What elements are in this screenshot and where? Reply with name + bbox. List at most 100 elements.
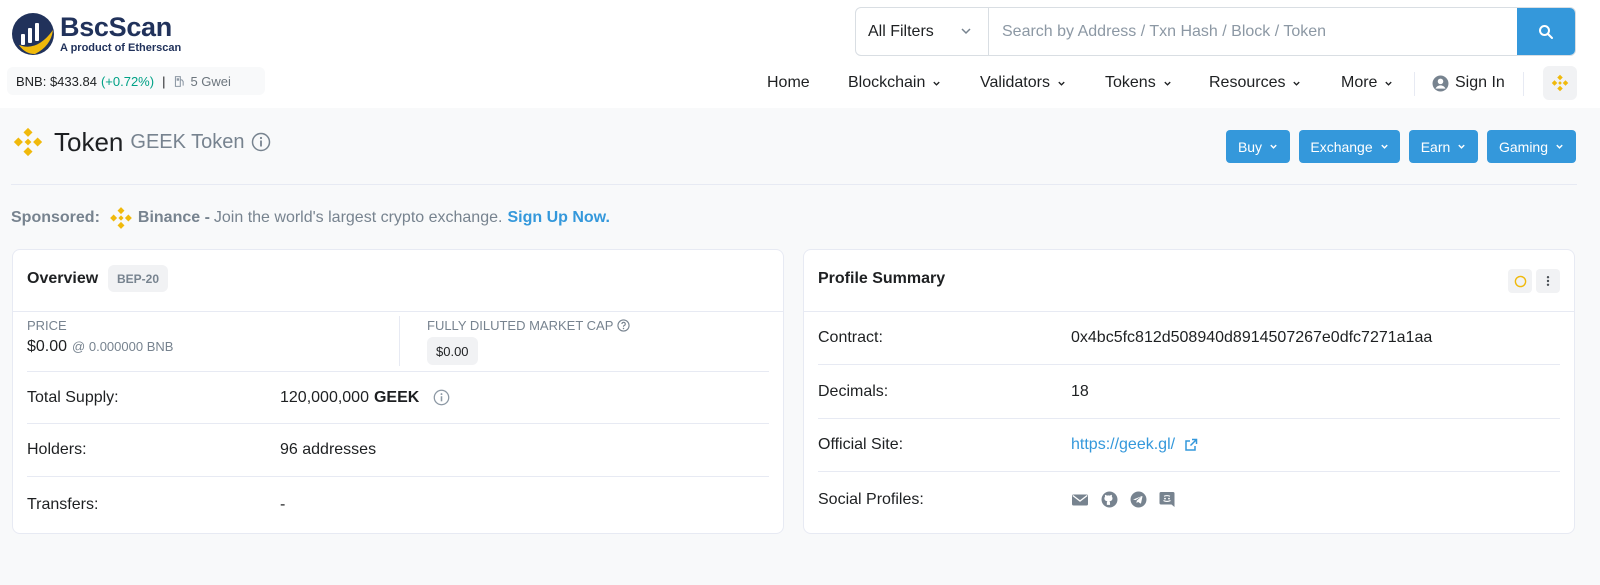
nav-tokens[interactable]: Tokens bbox=[1105, 68, 1172, 98]
sponsor-cta-link[interactable]: Sign Up Now. bbox=[507, 209, 610, 227]
email-icon[interactable] bbox=[1071, 493, 1089, 507]
nav-sign-in-label: Sign In bbox=[1455, 74, 1505, 91]
token-name: GEEK Token bbox=[130, 130, 245, 153]
sponsor-text: Join the world's largest crypto exchange… bbox=[213, 209, 503, 226]
price-in-bnb: @ 0.000000 BNB bbox=[72, 339, 174, 354]
exchange-button[interactable]: Exchange bbox=[1299, 130, 1400, 163]
market-cap-block: FULLY DILUTED MARKET CAP $0.00 bbox=[427, 318, 631, 365]
chevron-down-icon bbox=[1385, 81, 1393, 86]
telegram-icon[interactable] bbox=[1130, 491, 1147, 508]
chevron-down-icon bbox=[1556, 144, 1563, 149]
official-site-label: Official Site: bbox=[818, 436, 904, 453]
earn-button[interactable]: Earn bbox=[1409, 130, 1478, 163]
search-icon bbox=[1539, 24, 1553, 39]
external-link-icon[interactable] bbox=[1184, 438, 1198, 452]
gaming-button[interactable]: Gaming bbox=[1487, 130, 1576, 163]
market-cap-value: $0.00 bbox=[427, 337, 478, 365]
total-supply-row: Total Supply: 120,000,000 GEEK bbox=[27, 371, 769, 424]
decimals-value: 18 bbox=[1071, 383, 1089, 400]
sponsor-brand: Binance - bbox=[137, 209, 210, 226]
contract-label: Contract: bbox=[818, 329, 883, 346]
overview-card: Overview BEP-20 PRICE $0.00 @ 0.000000 B… bbox=[12, 249, 784, 534]
discord-icon[interactable] bbox=[1159, 491, 1175, 508]
transfers-row: Transfers: - bbox=[27, 478, 769, 531]
holders-value: 96 addresses bbox=[280, 441, 377, 458]
nav-tokens-label: Tokens bbox=[1105, 74, 1156, 91]
divider bbox=[11, 184, 1577, 185]
site-header: BscScan A product of Etherscan BNB: $433… bbox=[0, 0, 1600, 108]
decimals-label: Decimals: bbox=[818, 383, 889, 400]
decimals-row: Decimals: 18 bbox=[818, 366, 1560, 419]
search-input[interactable] bbox=[989, 8, 1517, 55]
chevron-down-icon bbox=[933, 81, 941, 86]
brand-tagline: A product of Etherscan bbox=[60, 42, 182, 54]
info-icon[interactable] bbox=[251, 132, 271, 152]
nav-validators-label: Validators bbox=[980, 74, 1050, 91]
contract-address-link[interactable]: 0x4bc5fc812d508940d8914507267e0dfc7271a1… bbox=[1071, 329, 1432, 347]
binance-logo-icon bbox=[110, 207, 132, 229]
search-filter-label: All Filters bbox=[868, 22, 934, 40]
price-label: PRICE bbox=[27, 318, 67, 333]
search-filter-dropdown[interactable]: All Filters bbox=[856, 8, 989, 55]
more-vertical-icon bbox=[1546, 276, 1550, 286]
page-title: Token GEEK Token bbox=[11, 124, 271, 160]
buy-button-label: Buy bbox=[1237, 138, 1263, 155]
search-bar: All Filters bbox=[855, 7, 1576, 56]
transfers-value: - bbox=[280, 495, 286, 513]
bnb-token-icon bbox=[13, 127, 43, 157]
bnb-logo-icon bbox=[1551, 74, 1569, 92]
info-icon[interactable] bbox=[433, 389, 450, 406]
chevron-down-icon bbox=[1293, 81, 1301, 86]
total-supply-unit: GEEK bbox=[373, 388, 420, 406]
sponsored-label: Sponsored: bbox=[11, 209, 100, 226]
reputation-button[interactable] bbox=[1508, 269, 1532, 293]
market-cap-label: FULLY DILUTED MARKET CAP bbox=[427, 318, 614, 333]
official-site-row: Official Site: https://geek.gl/ bbox=[818, 419, 1560, 472]
total-supply-value: 120,000,000 bbox=[280, 388, 369, 406]
nav-validators[interactable]: Validators bbox=[980, 68, 1066, 98]
nav-sign-in[interactable]: Sign In bbox=[1432, 68, 1505, 98]
holders-label: Holders: bbox=[27, 441, 87, 458]
bscscan-logo[interactable]: BscScan A product of Etherscan bbox=[11, 12, 181, 56]
token-standard-badge: BEP-20 bbox=[108, 265, 169, 292]
sponsored-banner: Sponsored: Binance - Join the world's la… bbox=[11, 204, 610, 232]
more-options-button[interactable] bbox=[1536, 269, 1560, 293]
holders-row: Holders: 96 addresses bbox=[27, 424, 769, 477]
search-button[interactable] bbox=[1517, 8, 1575, 55]
profile-card-header: Profile Summary bbox=[804, 250, 1574, 312]
buy-button[interactable]: Buy bbox=[1226, 130, 1290, 163]
chevron-down-icon bbox=[1058, 81, 1065, 86]
brand-name: BscScan bbox=[60, 12, 172, 42]
page-title-main: Token bbox=[54, 126, 124, 157]
transfers-label: Transfers: bbox=[27, 495, 99, 513]
social-profiles-row: Social Profiles: bbox=[818, 473, 1560, 526]
nav-more[interactable]: More bbox=[1341, 68, 1393, 98]
exchange-button-label: Exchange bbox=[1310, 138, 1373, 155]
nav-divider bbox=[1414, 72, 1415, 96]
user-circle-icon bbox=[1432, 75, 1449, 91]
earn-button-label: Earn bbox=[1420, 138, 1451, 155]
contract-row: Contract: 0x4bc5fc812d508940d8914507267e… bbox=[818, 312, 1560, 365]
github-icon[interactable] bbox=[1101, 491, 1118, 508]
circle-icon bbox=[1514, 275, 1526, 287]
nav-blockchain[interactable]: Blockchain bbox=[848, 68, 941, 98]
chevron-down-icon bbox=[1270, 144, 1277, 149]
question-circle-icon[interactable] bbox=[617, 319, 631, 332]
nav-resources[interactable]: Resources bbox=[1209, 68, 1301, 98]
chevron-down-icon bbox=[1380, 144, 1388, 149]
overview-column-divider bbox=[399, 316, 400, 366]
nav-home[interactable]: Home bbox=[767, 68, 810, 98]
official-site-link[interactable]: https://geek.gl/ bbox=[1071, 436, 1175, 454]
bnb-chain-switch-button[interactable] bbox=[1543, 66, 1577, 100]
overview-title: Overview bbox=[27, 270, 99, 287]
social-profiles-label: Social Profiles: bbox=[818, 490, 924, 508]
nav-more-label: More bbox=[1341, 74, 1378, 91]
total-supply-label: Total Supply: bbox=[27, 388, 119, 406]
gaming-button-label: Gaming bbox=[1498, 138, 1549, 155]
nav-divider bbox=[1523, 72, 1524, 96]
chevron-down-icon bbox=[961, 28, 971, 35]
profile-summary-title: Profile Summary bbox=[818, 270, 946, 287]
bscscan-logo-icon bbox=[11, 12, 55, 56]
chevron-down-icon bbox=[1458, 144, 1465, 149]
price-block: PRICE $0.00 @ 0.000000 BNB bbox=[27, 318, 173, 356]
